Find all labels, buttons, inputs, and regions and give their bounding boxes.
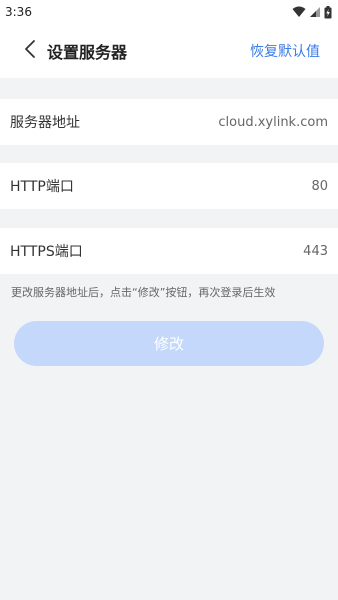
- restore-defaults-button[interactable]: 恢复默认值: [250, 24, 320, 78]
- status-icons: [292, 5, 332, 19]
- wifi-icon: [292, 6, 306, 18]
- hint-text: 更改服务器地址后，点击“修改”按钮，再次登录后生效: [11, 286, 276, 299]
- cellular-signal-icon: [309, 6, 321, 18]
- http-port-label: HTTP端口: [10, 179, 74, 195]
- https-port-value[interactable]: 443: [303, 244, 328, 259]
- server-address-row[interactable]: 服务器地址 cloud.xylink.com: [0, 99, 338, 145]
- modify-button[interactable]: 修改: [14, 321, 324, 366]
- battery-charging-icon: [324, 5, 332, 19]
- http-port-value[interactable]: 80: [311, 179, 328, 194]
- server-address-label: 服务器地址: [10, 115, 80, 131]
- page-title: 设置服务器: [47, 43, 128, 62]
- back-arrow-icon: [23, 39, 37, 63]
- http-port-row[interactable]: HTTP端口 80: [0, 163, 338, 209]
- server-address-value[interactable]: cloud.xylink.com: [218, 115, 328, 130]
- app-bar: 设置服务器 恢复默认值: [0, 24, 338, 78]
- status-bar: 3:36: [0, 0, 338, 24]
- https-port-row[interactable]: HTTPS端口 443: [0, 228, 338, 274]
- status-time: 3:36: [5, 5, 32, 19]
- back-button[interactable]: [10, 31, 50, 71]
- https-port-label: HTTPS端口: [10, 244, 83, 260]
